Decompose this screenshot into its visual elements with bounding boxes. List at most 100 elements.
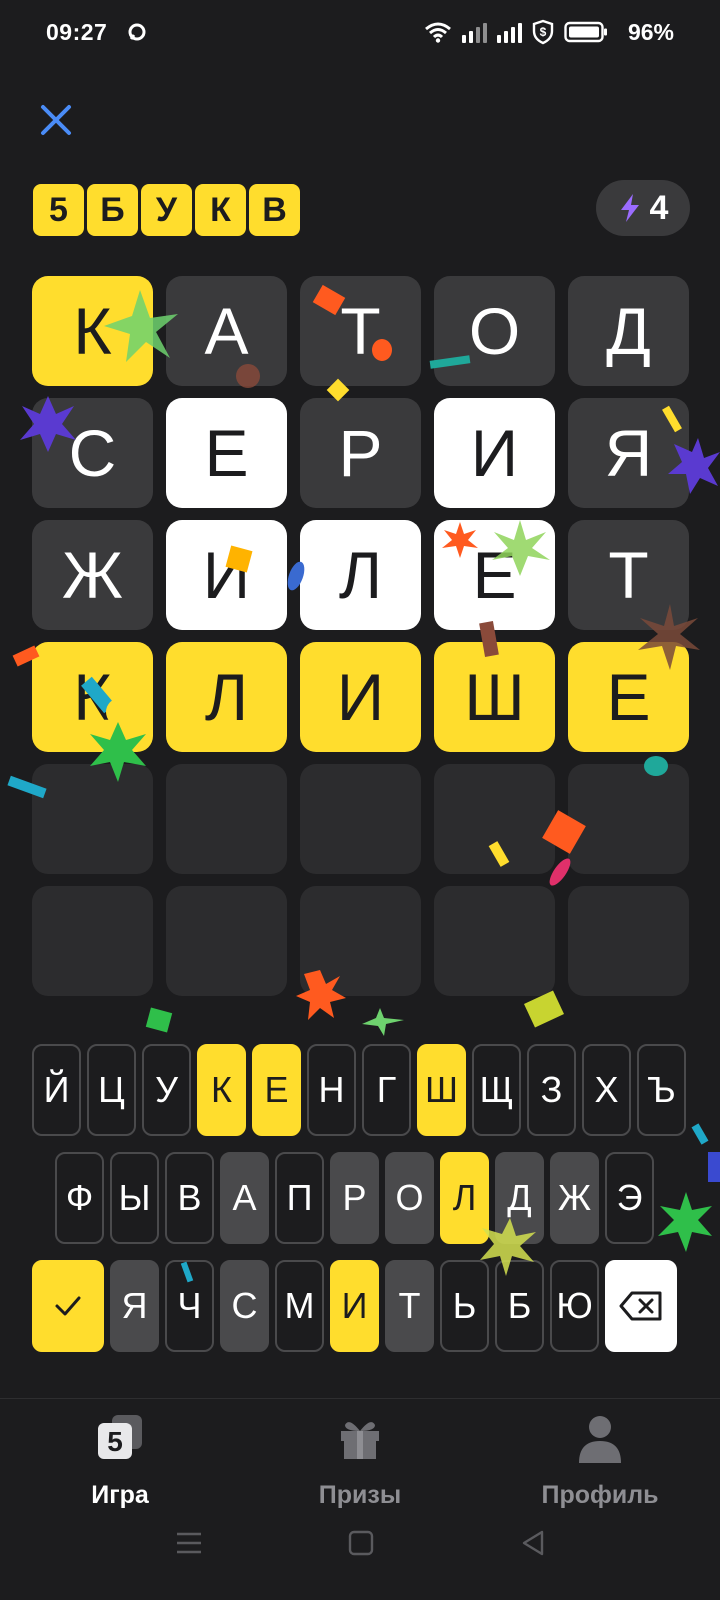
shield-icon: $: [532, 19, 554, 45]
key-Э[interactable]: Э: [605, 1152, 654, 1244]
letter-tile: К: [32, 642, 153, 752]
empty-tile: [300, 764, 421, 874]
game-board: КАТОДСЕРИЯЖИЛЕТКЛИШЕ: [32, 276, 689, 996]
confetti-star: [362, 1008, 404, 1036]
energy-count: 4: [649, 188, 669, 227]
key-Д[interactable]: Д: [495, 1152, 544, 1244]
energy-counter[interactable]: 4: [596, 180, 690, 236]
key-У[interactable]: У: [142, 1044, 191, 1136]
key-Л[interactable]: Л: [440, 1152, 489, 1244]
empty-tile: [434, 764, 555, 874]
empty-tile: [568, 764, 689, 874]
game-icon: 5: [98, 1415, 142, 1459]
key-М[interactable]: М: [275, 1260, 324, 1352]
status-time: 09:27: [46, 19, 108, 45]
keyboard-row-3: ЯЧСМИТЬБЮ: [32, 1260, 677, 1352]
key-О[interactable]: О: [385, 1152, 434, 1244]
key-Х[interactable]: Х: [582, 1044, 631, 1136]
letter-tile: Е: [568, 642, 689, 752]
system-navigation: [0, 1510, 720, 1600]
key-Ц[interactable]: Ц: [87, 1044, 136, 1136]
menu-icon[interactable]: [176, 1530, 202, 1561]
close-icon[interactable]: [36, 100, 76, 140]
submit-button[interactable]: [32, 1260, 104, 1352]
letter-tile: Ж: [32, 520, 153, 630]
letter-tile: Т: [568, 520, 689, 630]
gift-icon: [341, 1422, 379, 1459]
backspace-button[interactable]: [605, 1260, 677, 1352]
empty-tile: [166, 764, 287, 874]
key-Ы[interactable]: Ы: [110, 1152, 159, 1244]
letter-tile: Е: [166, 398, 287, 508]
logo-letter: Б: [87, 184, 138, 236]
svg-text:$: $: [540, 25, 547, 39]
letter-tile: С: [32, 398, 153, 508]
key-Ф[interactable]: Ф: [55, 1152, 104, 1244]
key-Ч[interactable]: Ч: [165, 1260, 214, 1352]
backspace-icon: [619, 1291, 662, 1321]
nav-prizes-label: Призы: [318, 1481, 402, 1509]
key-И[interactable]: И: [330, 1260, 379, 1352]
key-А[interactable]: А: [220, 1152, 269, 1244]
nav-profile[interactable]: Профиль: [520, 1409, 680, 1509]
key-К[interactable]: К: [197, 1044, 246, 1136]
letter-tile: И: [434, 398, 555, 508]
letter-tile: И: [300, 642, 421, 752]
key-Я[interactable]: Я: [110, 1260, 159, 1352]
letter-tile: И: [166, 520, 287, 630]
key-Ъ[interactable]: Ъ: [637, 1044, 686, 1136]
letter-tile: Т: [300, 276, 421, 386]
key-Н[interactable]: Н: [307, 1044, 356, 1136]
letter-tile: Р: [300, 398, 421, 508]
key-Щ[interactable]: Щ: [472, 1044, 521, 1136]
key-Р[interactable]: Р: [330, 1152, 379, 1244]
nav-prizes[interactable]: Призы: [280, 1409, 440, 1509]
nav-game-label: Игра: [91, 1481, 149, 1509]
confetti-piece: [708, 1152, 720, 1182]
keyboard-row-2: ФЫВАПРОЛДЖЭ: [55, 1152, 654, 1244]
lightning-icon: [620, 194, 639, 222]
wifi-icon: [425, 22, 451, 43]
key-Ш[interactable]: Ш: [417, 1044, 466, 1136]
logo-letter: 5: [33, 184, 84, 236]
key-З[interactable]: З: [527, 1044, 576, 1136]
bottom-navigation: 5 Игра Призы Профиль: [0, 1398, 720, 1509]
key-П[interactable]: П: [275, 1152, 324, 1244]
empty-tile: [300, 886, 421, 996]
profile-icon: [579, 1416, 621, 1463]
letter-tile: Ш: [434, 642, 555, 752]
logo-letter: У: [141, 184, 192, 236]
key-Ж[interactable]: Ж: [550, 1152, 599, 1244]
letter-tile: К: [32, 276, 153, 386]
empty-tile: [32, 886, 153, 996]
key-Ь[interactable]: Ь: [440, 1260, 489, 1352]
key-В[interactable]: В: [165, 1152, 214, 1244]
logo-letter: В: [249, 184, 300, 236]
home-icon[interactable]: [348, 1530, 374, 1561]
nav-game[interactable]: 5 Игра: [40, 1409, 200, 1509]
key-Г[interactable]: Г: [362, 1044, 411, 1136]
check-icon: [55, 1296, 81, 1316]
keyboard-row-1: ЙЦУКЕНГШЩЗХЪ: [32, 1044, 686, 1136]
letter-tile: Л: [166, 642, 287, 752]
battery-icon: [564, 21, 607, 43]
letter-tile: Е: [434, 520, 555, 630]
key-Т[interactable]: Т: [385, 1260, 434, 1352]
empty-tile: [568, 886, 689, 996]
letter-tile: О: [434, 276, 555, 386]
empty-tile: [32, 764, 153, 874]
signal-1-icon: [462, 21, 487, 43]
nav-profile-label: Профиль: [541, 1481, 659, 1509]
empty-tile: [434, 886, 555, 996]
key-Ю[interactable]: Ю: [550, 1260, 599, 1352]
key-Й[interactable]: Й: [32, 1044, 81, 1136]
svg-text:5: 5: [107, 1426, 123, 1457]
logo-letter: К: [195, 184, 246, 236]
key-С[interactable]: С: [220, 1260, 269, 1352]
confetti-star: [658, 1192, 712, 1252]
key-Е[interactable]: Е: [252, 1044, 301, 1136]
back-icon[interactable]: [520, 1530, 546, 1561]
game-logo: 5 Б У К В: [33, 184, 300, 236]
key-Б[interactable]: Б: [495, 1260, 544, 1352]
signal-2-icon: [497, 21, 522, 43]
